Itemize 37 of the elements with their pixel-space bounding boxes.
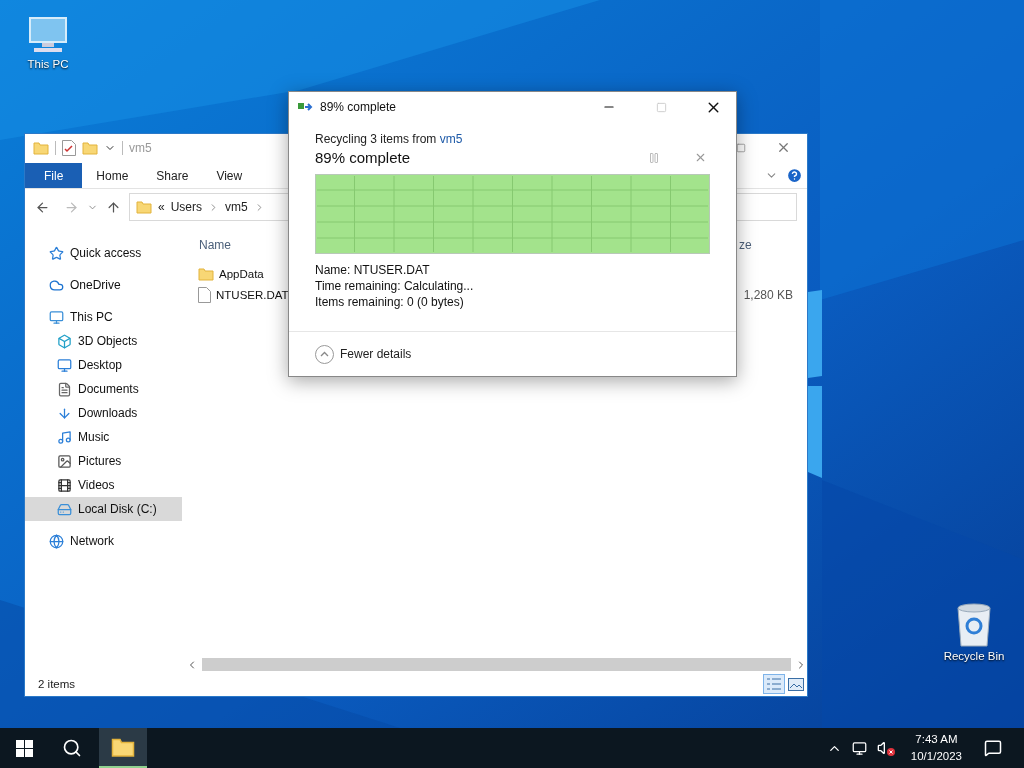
nav-item[interactable]: Network: [25, 529, 182, 553]
nav-item[interactable]: Downloads: [25, 401, 182, 425]
detail-line: Time remaining: Calculating...: [315, 278, 475, 294]
detail-line: Items remaining: 0 (0 bytes): [315, 294, 465, 310]
breadcrumb-item[interactable]: Users: [170, 200, 203, 214]
ribbon-tab[interactable]: Home: [82, 163, 143, 188]
nav-item[interactable]: Pictures: [25, 449, 182, 473]
nav-item[interactable]: OneDrive: [25, 273, 182, 297]
nav-item[interactable]: Local Disk (C:): [25, 497, 182, 521]
nav-item[interactable]: This PC: [25, 305, 182, 329]
file-name[interactable]: AppData: [219, 267, 264, 280]
ribbon-tab[interactable]: Share: [142, 163, 203, 188]
nav-item[interactable]: Quick access: [25, 241, 182, 265]
desktop-icon-label[interactable]: Recycle Bin: [943, 650, 1005, 662]
desktop-icon-label[interactable]: This PC: [27, 58, 69, 70]
ribbon-tab[interactable]: View: [202, 163, 257, 188]
file-size: 1,280 KB: [742, 287, 794, 302]
window-title: vm5: [129, 140, 152, 155]
detail-line: Name: NTUSER.DAT: [315, 262, 431, 278]
progress-text: 89% complete: [315, 149, 412, 166]
file-name[interactable]: NTUSER.DAT: [216, 288, 289, 301]
status-text: Recycling 3 items from vm5: [315, 132, 464, 146]
nav-item[interactable]: Music: [25, 425, 182, 449]
breadcrumb-overflow[interactable]: «: [158, 200, 165, 214]
nav-item[interactable]: 3D Objects: [25, 329, 182, 353]
nav-item[interactable]: Documents: [25, 377, 182, 401]
dialog-title: 89% complete: [320, 100, 397, 114]
breadcrumb-item[interactable]: vm5: [225, 200, 248, 214]
details-toggle[interactable]: Fewer details: [315, 344, 412, 364]
time: 7:43 AM: [915, 732, 958, 747]
ribbon-tab[interactable]: File: [25, 163, 83, 188]
item-count: 2 items: [38, 678, 76, 690]
clock[interactable]: 7:43 AM 10/1/2023: [902, 731, 970, 765]
nav-item[interactable]: Desktop: [25, 353, 182, 377]
date: 10/1/2023: [910, 749, 962, 764]
folder-link[interactable]: vm5: [439, 132, 463, 146]
nav-item[interactable]: Videos: [25, 473, 182, 497]
